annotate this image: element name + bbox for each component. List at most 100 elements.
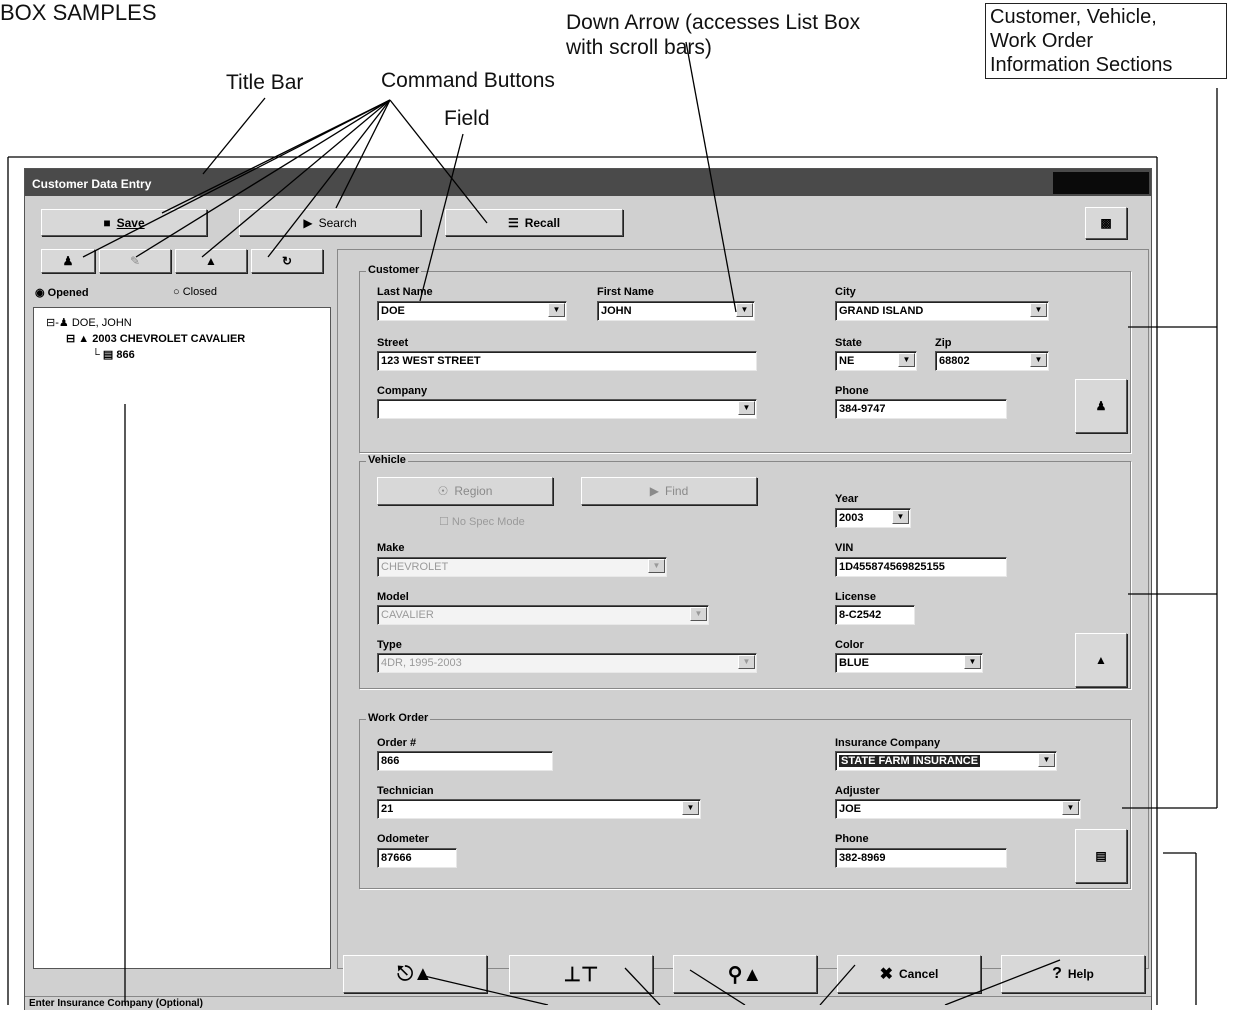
- vehicle-section-button[interactable]: ▲: [1075, 633, 1127, 687]
- chevron-down-icon[interactable]: ▼: [1030, 353, 1047, 367]
- opened-label: Opened: [47, 287, 89, 299]
- region-button[interactable]: ☉ Region: [377, 477, 553, 505]
- pencil-icon: ✎: [129, 254, 141, 268]
- chevron-down-icon[interactable]: ▼: [898, 353, 915, 367]
- parts-button[interactable]: ⊥⊤: [509, 955, 653, 993]
- tree-order[interactable]: └ ▤ 866: [92, 348, 135, 361]
- odometer-field[interactable]: 87666: [377, 848, 457, 868]
- city-value: GRAND ISLAND: [839, 305, 924, 317]
- title-bar: Customer Data Entry: [25, 169, 1151, 196]
- search-button[interactable]: ▶ Search: [239, 209, 421, 236]
- first-name-value: JOHN: [601, 305, 632, 317]
- search-icon: ▶: [649, 484, 659, 498]
- title-bar-controls[interactable]: [1053, 172, 1149, 194]
- tree-vehicle[interactable]: ⊟ ▲ 2003 CHEVROLET CAVALIER: [66, 332, 245, 345]
- chevron-down-icon[interactable]: ▼: [648, 559, 665, 573]
- last-name-value: DOE: [381, 305, 405, 317]
- year-value: 2003: [839, 512, 864, 524]
- zip-value: 68802: [939, 355, 970, 367]
- window-title: Customer Data Entry: [32, 177, 152, 191]
- tree-panel[interactable]: ⊟-♟ DOE, JOHN ⊟ ▲ 2003 CHEVROLET CAVALIE…: [33, 307, 331, 969]
- model-field[interactable]: CAVALIER ▼: [377, 605, 709, 625]
- edit-button[interactable]: ✎: [99, 249, 171, 273]
- find-label: Find: [664, 484, 689, 498]
- closed-label: Closed: [182, 286, 217, 298]
- down-arrow-annotation: Down Arrow (accesses List Box with scrol…: [566, 11, 861, 60]
- sections-annotation: Customer, Vehicle, Work Order Informatio…: [985, 3, 1227, 79]
- technician-field[interactable]: 21 ▼: [377, 799, 701, 819]
- delete-button[interactable]: ▲: [175, 249, 247, 273]
- refresh-button[interactable]: ↻: [251, 249, 323, 273]
- chevron-down-icon[interactable]: ▼: [548, 303, 565, 317]
- closed-radio[interactable]: ○ Closed: [173, 286, 217, 298]
- chevron-down-icon[interactable]: ▼: [892, 510, 909, 524]
- last-name-field[interactable]: DOE ▼: [377, 301, 567, 321]
- vehicle-lift-button[interactable]: ⎋▲: [343, 955, 487, 993]
- help-icon: ?: [1052, 965, 1062, 982]
- status-bar: Enter Insurance Company (Optional): [25, 996, 1151, 1010]
- city-field[interactable]: GRAND ISLAND ▼: [835, 301, 1049, 321]
- chevron-down-icon[interactable]: ▼: [690, 607, 707, 621]
- chevron-down-icon[interactable]: ▼: [1062, 801, 1079, 815]
- document-icon: ▤: [1095, 849, 1107, 863]
- customer-section-title: Customer: [366, 264, 422, 276]
- add-customer-button[interactable]: ♟: [41, 249, 95, 273]
- insurance-company-field[interactable]: STATE FARM INSURANCE ▼: [835, 751, 1057, 771]
- camera-button[interactable]: ▩: [1085, 207, 1127, 239]
- license-field[interactable]: 8-C2542: [835, 605, 915, 625]
- save-button[interactable]: ■ Save: [41, 209, 207, 236]
- insurance-company-value: STATE FARM INSURANCE: [839, 755, 981, 767]
- car-icon: ▲: [1095, 653, 1107, 667]
- chevron-down-icon[interactable]: ▼: [1038, 753, 1055, 767]
- tree-customer[interactable]: ⊟-♟ DOE, JOHN: [46, 316, 132, 329]
- zip-field[interactable]: 68802 ▼: [935, 351, 1049, 371]
- work-order-section-title: Work Order: [366, 712, 431, 724]
- customer-section-button[interactable]: ♟: [1075, 379, 1127, 433]
- no-spec-mode-checkbox[interactable]: ☐ No Spec Mode: [439, 515, 525, 528]
- chevron-down-icon[interactable]: ▼: [738, 655, 755, 669]
- street-field[interactable]: 123 WEST STREET: [377, 351, 757, 371]
- vin-label: VIN: [835, 542, 854, 554]
- recall-button[interactable]: ☰ Recall: [445, 209, 623, 236]
- camera-icon: ▩: [1100, 216, 1112, 230]
- find-button[interactable]: ▶ Find: [581, 477, 757, 505]
- opened-radio[interactable]: ◉ Opened: [35, 286, 89, 299]
- estimate-button[interactable]: ⚲▲: [673, 955, 817, 993]
- globe-icon: ☉: [437, 484, 449, 498]
- year-label: Year: [835, 493, 859, 505]
- order-number-field[interactable]: 866: [377, 751, 553, 771]
- first-name-field[interactable]: JOHN ▼: [597, 301, 755, 321]
- city-label: City: [835, 286, 856, 298]
- adjuster-phone-label: Phone: [835, 833, 869, 845]
- adjuster-phone-field[interactable]: 382-8969: [835, 848, 1007, 868]
- state-field[interactable]: NE ▼: [835, 351, 917, 371]
- first-name-label: First Name: [597, 286, 654, 298]
- license-label: License: [835, 591, 876, 603]
- chevron-down-icon[interactable]: ▼: [1030, 303, 1047, 317]
- make-label: Make: [377, 542, 405, 554]
- chevron-down-icon[interactable]: ▼: [736, 303, 753, 317]
- vin-field[interactable]: 1D455874569825155: [835, 557, 1007, 577]
- type-value: 4DR, 1995-2003: [381, 657, 462, 669]
- insurance-company-label: Insurance Company: [835, 737, 941, 749]
- chevron-down-icon[interactable]: ▼: [682, 801, 699, 815]
- color-field[interactable]: BLUE ▼: [835, 653, 983, 673]
- adjuster-field[interactable]: JOE ▼: [835, 799, 1081, 819]
- company-field[interactable]: ▼: [377, 399, 757, 419]
- color-value: BLUE: [839, 657, 869, 669]
- cancel-button[interactable]: ✖ Cancel: [837, 955, 981, 993]
- year-field[interactable]: 2003 ▼: [835, 508, 911, 528]
- chevron-down-icon[interactable]: ▼: [964, 655, 981, 669]
- work-order-section-button[interactable]: ▤: [1075, 829, 1127, 883]
- type-field[interactable]: 4DR, 1995-2003 ▼: [377, 653, 757, 673]
- recall-label: Recall: [524, 215, 561, 230]
- odometer-label: Odometer: [377, 833, 429, 845]
- customer-phone-field[interactable]: 384-9747: [835, 399, 1007, 419]
- tree-customer-label: DOE, JOHN: [71, 317, 132, 329]
- make-field[interactable]: CHEVROLET ▼: [377, 557, 667, 577]
- last-name-label: Last Name: [377, 286, 433, 298]
- tree-vehicle-label: 2003 CHEVROLET CAVALIER: [92, 333, 246, 345]
- chevron-down-icon[interactable]: ▼: [738, 401, 755, 415]
- person-icon: ♟: [62, 254, 74, 268]
- help-button[interactable]: ? Help: [1001, 955, 1145, 993]
